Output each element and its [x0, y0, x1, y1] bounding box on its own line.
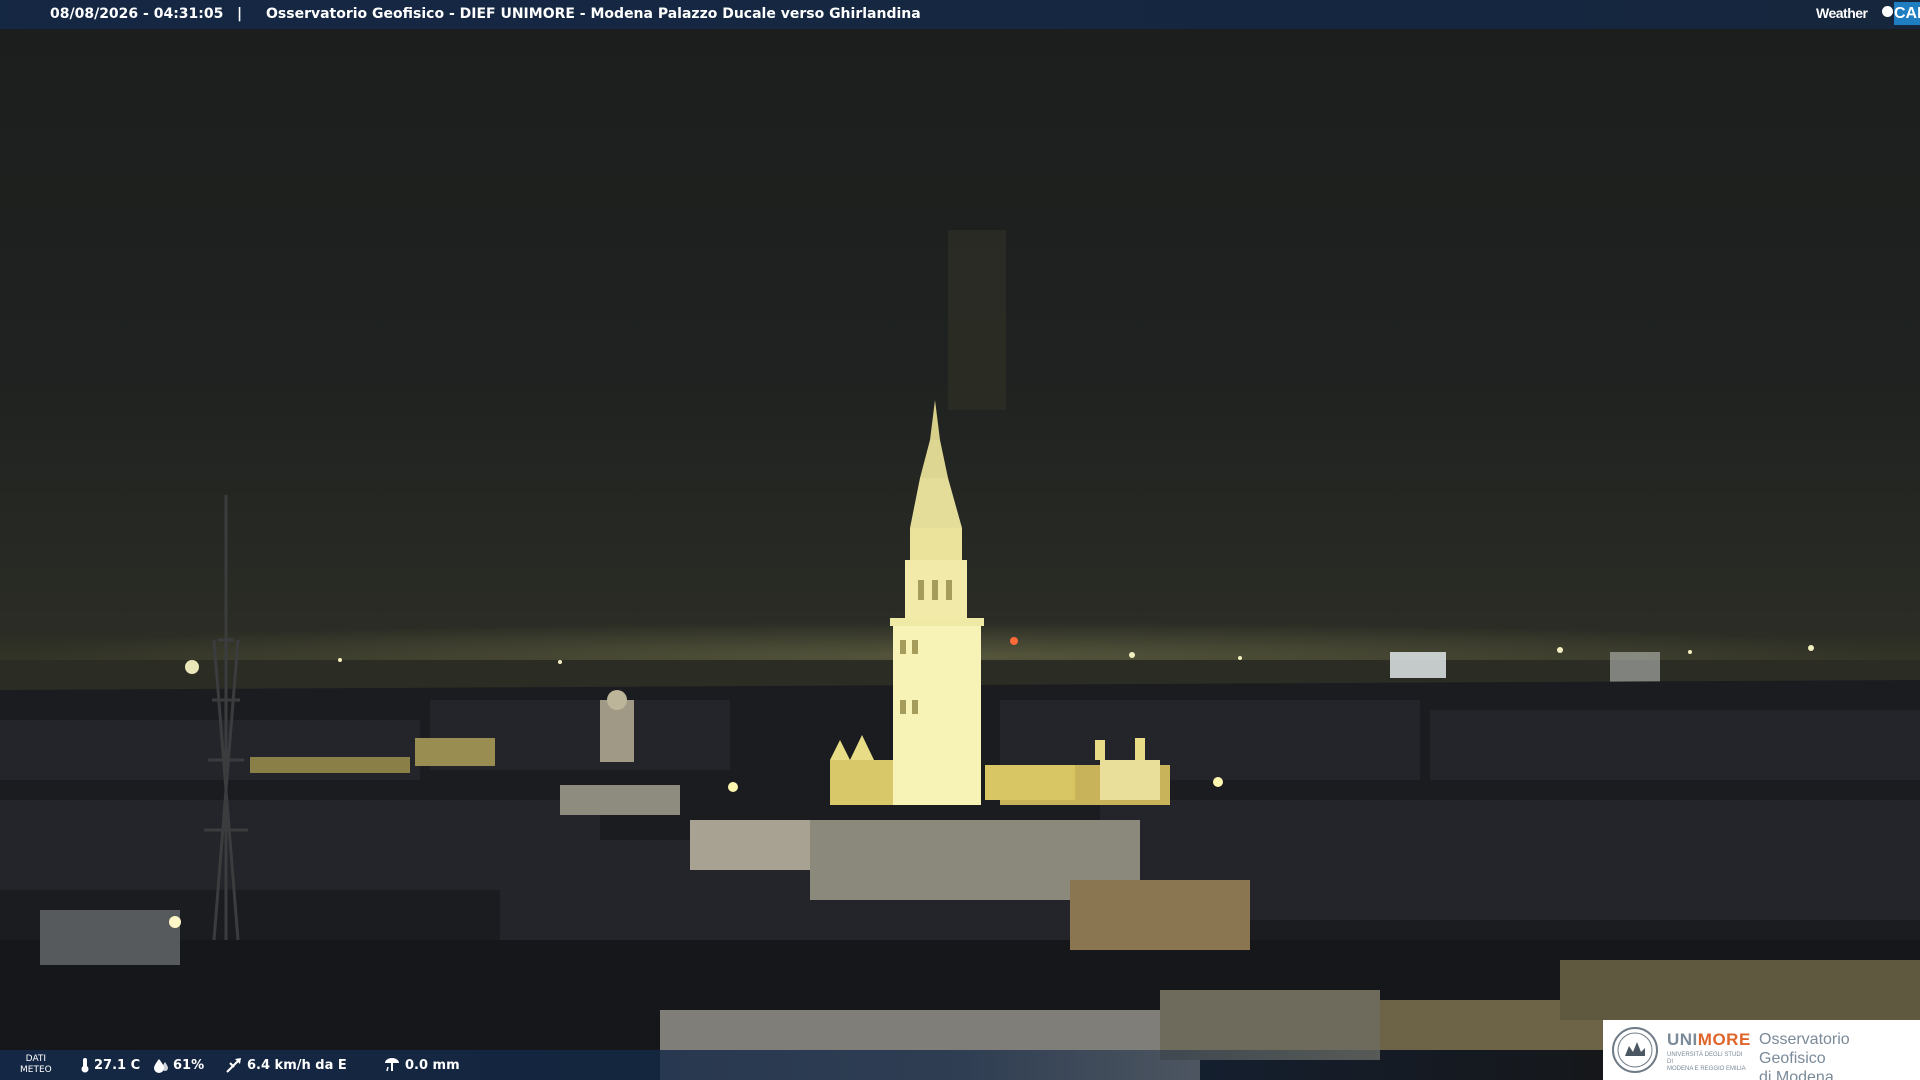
rain-readout: 0.0 mm — [383, 1057, 460, 1073]
wind-vane-icon — [226, 1058, 241, 1073]
ghirlandina-tower — [890, 400, 984, 805]
university-line2: MODENA E REGGIO EMILIA — [1667, 1066, 1746, 1072]
humidity-readout: 61% — [153, 1057, 204, 1073]
temperature-readout: 27.1 C — [80, 1057, 140, 1073]
university-line1: UNIVERSITÀ DEGLI STUDI DI — [1667, 1052, 1743, 1065]
weathercam-logo-suffix: CAM — [1894, 2, 1920, 25]
wind-readout: 6.4 km/h da E — [225, 1057, 347, 1073]
camera-title: Osservatorio Geofisico - DIEF UNIMORE - … — [266, 6, 921, 22]
weather-section-label: DATI METEO — [20, 1054, 52, 1076]
header-bar: 08/08/2026 - 04:31:05 | Osservatorio Geo… — [0, 0, 1920, 29]
temperature-value: 27.1 C — [94, 1057, 141, 1073]
weather-label-line2: METEO — [20, 1065, 52, 1075]
timestamp: 08/08/2026 - 04:31:05 — [50, 6, 224, 22]
weather-label-line1: DATI — [25, 1054, 47, 1064]
lit-building-far — [1390, 652, 1446, 678]
weather-bar: DATI METEO 27.1 C 61% 6.4 km/h da E 0.0 … — [0, 1050, 1600, 1080]
street-light — [169, 916, 181, 928]
lit-building-far-2 — [1610, 652, 1660, 682]
brand-part2: MORE — [1697, 1030, 1751, 1049]
unimore-logo: UNIMORE UNIVERSITÀ DEGLI STUDI DI MODENA… — [1603, 1020, 1920, 1080]
observatory-line2: di Modena — [1759, 1069, 1834, 1080]
rain-gauge-icon — [385, 1058, 399, 1072]
humidity-drops-icon — [154, 1059, 168, 1073]
observatory-name: Osservatorio Geofisico di Modena — [1759, 1030, 1920, 1080]
lens-reflection — [948, 230, 1006, 410]
city-scene — [0, 230, 1920, 1080]
unimore-brand: UNIMORE — [1667, 1030, 1751, 1050]
humidity-value: 61% — [173, 1057, 205, 1073]
thermometer-icon — [81, 1058, 89, 1073]
weathercam-logo: Weather CAM — [1816, 0, 1920, 27]
webcam-frame: 08/08/2026 - 04:31:05 | Osservatorio Geo… — [0, 0, 1920, 1080]
university-seal-icon — [1612, 1027, 1658, 1073]
header-separator: | — [237, 6, 243, 22]
weathercam-dot-icon — [1882, 6, 1893, 17]
brand-part1: UNI — [1667, 1030, 1698, 1049]
weathercam-logo-word: Weather — [1816, 5, 1868, 21]
observatory-line1: Osservatorio Geofisico — [1759, 1031, 1850, 1067]
dome-tower — [600, 690, 634, 762]
wind-value: 6.4 km/h da E — [247, 1057, 347, 1073]
rain-value: 0.0 mm — [405, 1057, 460, 1073]
university-name: UNIVERSITÀ DEGLI STUDI DI MODENA E REGGI… — [1667, 1052, 1747, 1073]
